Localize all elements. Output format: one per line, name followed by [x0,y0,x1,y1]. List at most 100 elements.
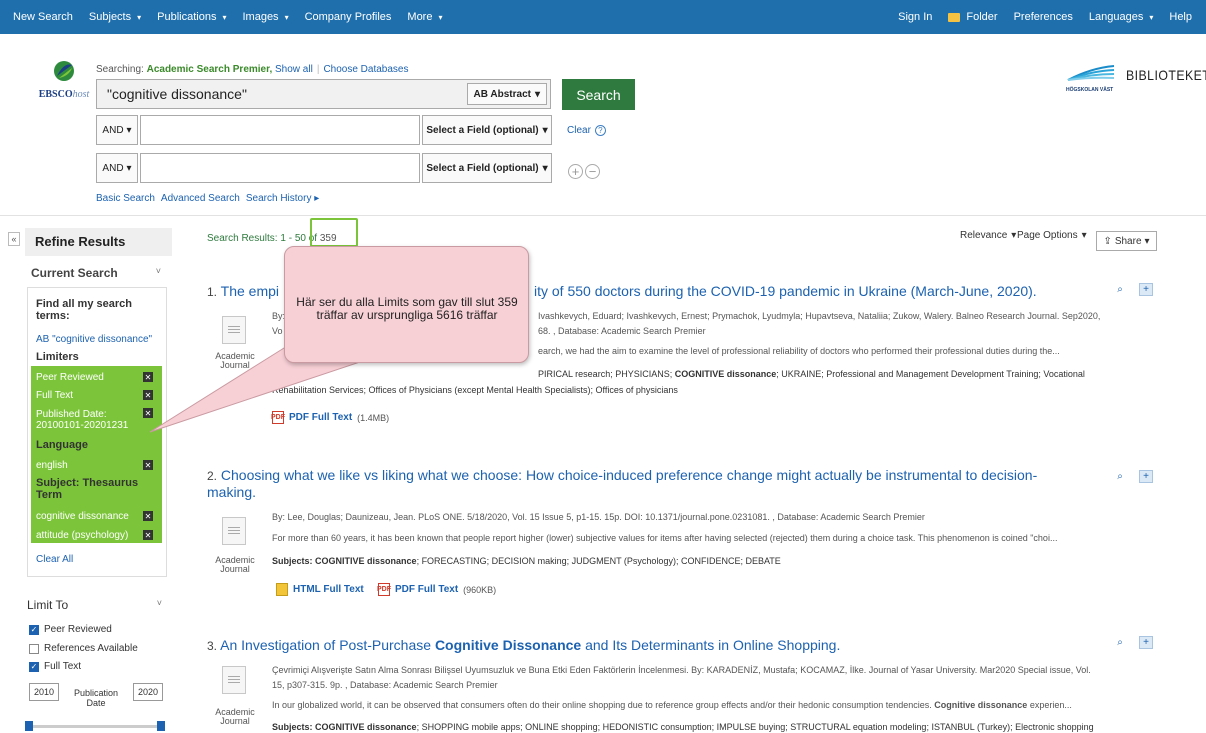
slider-handle-left[interactable] [25,721,33,731]
show-all-link[interactable]: Show all [275,64,313,75]
remove-limiter-x-icon[interactable]: ✕ [143,390,153,400]
add-to-folder-icon[interactable]: + [1139,470,1153,483]
nav-more-label: More [407,11,433,23]
add-row-plus-icon[interactable]: + [568,164,583,179]
top-navigation-bar: New Search Subjects ▾ Publications ▾ Image… [0,0,1206,34]
nav-images-label: Images [242,11,279,23]
field-select-2[interactable]: Select a Field (optional) ▾ [422,115,552,145]
checkbox-peer-reviewed[interactable]: ✓ Peer Reviewed [29,624,112,635]
nav-images[interactable]: Images ▾ [234,11,296,23]
result-2-subjects-bold: COGNITIVE dissonance [315,556,417,566]
remove-limiter-x-icon[interactable]: ✕ [143,530,153,540]
add-to-folder-icon[interactable]: + [1139,283,1153,296]
checkbox-references-available[interactable]: References Available [29,643,138,654]
preview-magnifier-icon[interactable]: ⌕ [1113,470,1127,483]
result-1-meta2: 68. , Database: Academic Search Premier [538,326,706,336]
remove-limiter-x-icon[interactable]: ✕ [143,372,153,382]
checkbox-checked-icon[interactable]: ✓ [29,624,39,635]
result-1-pdf-link[interactable]: PDF PDF Full Text (1.4MB) [271,411,389,424]
year-to-input[interactable]: 2020 [133,683,163,701]
result-3-subjects: Subjects: COGNITIVE dissonance; SHOPPING… [272,722,1094,732]
caret-down-icon: ▾ [222,12,227,22]
logo-text: EBSCOhost [36,89,92,100]
result-2-subjects-rest: ; FORECASTING; DECISION making; JUDGMENT… [416,556,781,566]
result-2-pdf-link[interactable]: PDF PDF Full Text (960KB) [377,583,496,596]
search-history-link[interactable]: Search History ▸ [246,193,319,204]
clear-label: Clear [567,125,591,136]
boolean-select-3[interactable]: AND ▾ [96,153,138,183]
year-from-input[interactable]: 2010 [29,683,59,701]
preview-magnifier-icon[interactable]: ⌕ [1113,283,1127,296]
nav-subjects-label: Subjects [88,11,132,23]
checkbox-unchecked-icon[interactable] [29,643,39,654]
checkbox-checked-icon[interactable]: ✓ [29,661,39,672]
clear-link[interactable]: Clear? [567,125,606,136]
search-term-link[interactable]: AB "cognitive dissonance" [36,334,152,345]
pdf-icon: PDF [271,411,285,424]
clear-all-link[interactable]: Clear All [36,554,73,565]
checkbox-full-text[interactable]: ✓ Full Text [29,661,81,672]
result-1-subjects: PIRICAL research; PHYSICIANS; COGNITIVE … [538,369,1085,379]
result-1-number: 1. [207,285,218,299]
add-to-folder-icon[interactable]: + [1139,636,1153,649]
checkbox-full-text-label: Full Text [44,661,82,672]
result-2-title-line2[interactable]: making. [207,484,256,500]
nav-sign-in[interactable]: Sign In [890,11,940,23]
result-2-html-link[interactable]: HTML Full Text [276,583,364,596]
choose-databases-link[interactable]: Choose Databases [323,64,408,75]
nav-new-search[interactable]: New Search [0,11,81,23]
result-2-title[interactable]: 2. Choosing what we like vs liking what … [207,467,1037,483]
result-1-title[interactable]: 1. The empi ity of 550 doctors during th… [207,283,1037,299]
nav-preferences[interactable]: Preferences [1006,11,1081,23]
preview-magnifier-icon[interactable]: ⌕ [1113,636,1127,649]
share-button[interactable]: ⇪ Share ▾ [1096,231,1157,251]
remove-limiter-x-icon[interactable]: ✕ [143,460,153,470]
nav-languages[interactable]: Languages ▾ [1081,11,1161,23]
current-search-toggle[interactable]: Current Search ˅ [31,266,161,280]
remove-limiter-x-icon[interactable]: ✕ [143,408,153,418]
field-select-1-label: AB Abstract [473,88,531,100]
search-button[interactable]: Search [562,79,635,110]
caret-down-icon: ▾ [1081,230,1087,241]
nav-more[interactable]: More ▾ [399,11,450,23]
logo-brand: EBSCO [38,89,73,100]
result-1-meta: Ivashkevych, Eduard; Ivashkevych, Ernest… [538,311,1101,321]
advanced-search-link[interactable]: Advanced Search [161,193,240,204]
result-3-subjects-rest: ; SHOPPING mobile apps; ONLINE shopping;… [416,722,1094,732]
collapse-sidebar-icon[interactable]: « [8,232,20,246]
caret-down-icon: ▾ [137,12,142,22]
limit-to-toggle[interactable]: Limit To ˅ [27,598,162,612]
limiter-published-date: Published Date: 20100101-20201231 [36,409,128,431]
nav-help[interactable]: Help [1161,11,1200,23]
page-options[interactable]: Page Options ▾ [1017,230,1087,241]
remove-row-minus-icon[interactable]: − [585,164,600,179]
pubdate-label: Published Date: [36,409,107,420]
nav-publications[interactable]: Publications ▾ [149,11,234,23]
remove-limiter-x-icon[interactable]: ✕ [143,511,153,521]
limiter-subject-cognitive-dissonance: cognitive dissonance [36,511,129,522]
slider-handle-right[interactable] [157,721,165,731]
ebscohost-logo[interactable]: EBSCOhost [36,60,92,100]
help-question-icon[interactable]: ? [594,125,606,136]
result-3-abstract-c: experien... [1029,700,1072,710]
nav-subjects[interactable]: Subjects ▾ [81,11,149,23]
boolean-select-2[interactable]: AND ▾ [96,115,138,145]
library-waves-icon: HÖGSKOLAN VÄST [1066,64,1116,93]
nav-company-profiles[interactable]: Company Profiles [297,11,400,23]
pubdate-range: 20100101-20201231 [36,420,129,431]
field-select-3[interactable]: Select a Field (optional) ▾ [422,153,552,183]
main-search-input[interactable] [97,80,469,108]
limiter-peer-reviewed: Peer Reviewed [36,372,104,383]
relevance-sort[interactable]: Relevance ▾ [960,230,1016,241]
nav-folder[interactable]: Folder [940,11,1005,23]
current-search-label: Current Search [31,266,118,280]
date-range-slider[interactable] [25,721,165,731]
result-3-title-a: An Investigation of Post-Purchase [220,637,432,653]
result-3-abstract-a: In our globalized world, it can be obser… [272,700,932,710]
result-3-title[interactable]: 3. An Investigation of Post-Purchase Cog… [207,637,840,653]
result-1-doc-type: Academic Journal [213,352,257,370]
field-select-1[interactable]: AB Abstract ▾ [466,83,547,105]
basic-search-link[interactable]: Basic Search [96,193,155,204]
search-input-2[interactable] [141,116,419,144]
search-input-3[interactable] [141,154,419,182]
